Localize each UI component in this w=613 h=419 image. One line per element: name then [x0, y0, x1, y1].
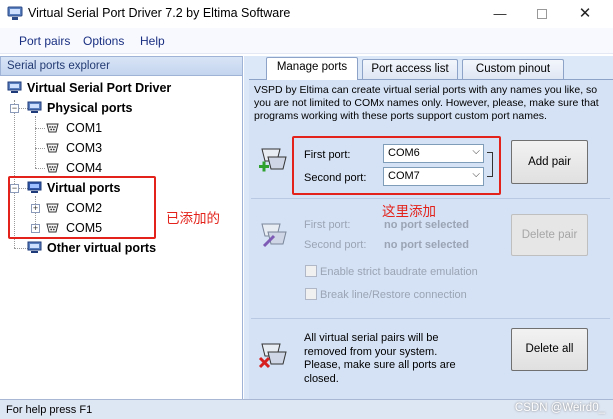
annotation-box-virtual-ports: [8, 176, 156, 239]
menu-help[interactable]: Help: [140, 34, 165, 48]
serial-port-icon: [46, 123, 59, 133]
annotation-box-add: [292, 136, 501, 195]
app-serial-port-icon: [7, 6, 23, 20]
tree-line: [35, 168, 45, 169]
delete-first-port-label: First port:: [304, 219, 351, 231]
add-pair-button[interactable]: Add pair: [511, 140, 588, 184]
serial-port-icon: [46, 163, 59, 173]
strict-baudrate-checkbox[interactable]: [305, 265, 317, 277]
computer-icon: [7, 81, 22, 93]
tab-port-access-list[interactable]: Port access list: [362, 59, 458, 79]
delete-first-port-value: no port selected: [384, 219, 469, 231]
delete-all-button[interactable]: Delete all: [511, 328, 588, 371]
break-line-label: Break line/Restore connection: [320, 289, 467, 301]
minimize-button[interactable]: —: [490, 4, 510, 24]
manage-description: VSPD by Eltima can create virtual serial…: [254, 84, 599, 122]
computer-icon: [27, 101, 42, 113]
delete-all-icon: [258, 343, 287, 369]
serial-port-icon: [46, 143, 59, 153]
tree-other-virtual-ports[interactable]: Other virtual ports: [47, 241, 156, 255]
strict-baudrate-label: Enable strict baudrate emulation: [320, 266, 478, 278]
tree-item-com1[interactable]: COM1: [66, 121, 102, 135]
section-divider: [251, 198, 610, 199]
serial-ports-explorer-header: Serial ports explorer: [0, 56, 243, 76]
annotation-add-here-text: 这里添加: [382, 204, 436, 219]
section-divider: [251, 318, 610, 319]
status-bar: For help press F1 CSDN @Weird0_: [0, 399, 613, 419]
tree-item-com3[interactable]: COM3: [66, 141, 102, 155]
delete-second-port-value: no port selected: [384, 239, 469, 251]
watermark-text: CSDN @Weird0_: [514, 402, 605, 414]
annotation-added-text: 已添加的: [166, 211, 220, 226]
menu-bar: Port pairs Options Help: [0, 28, 613, 54]
collapse-icon[interactable]: −: [10, 104, 19, 113]
tree-physical-ports[interactable]: Physical ports: [47, 101, 132, 115]
tree-line: [35, 148, 45, 149]
menu-port-pairs[interactable]: Port pairs: [19, 34, 70, 48]
computer-icon: [27, 241, 42, 253]
title-bar: Virtual Serial Port Driver 7.2 by Eltima…: [0, 0, 613, 28]
delete-second-port-label: Second port:: [304, 239, 367, 251]
tree-item-com4[interactable]: COM4: [66, 161, 102, 175]
window-title: Virtual Serial Port Driver 7.2 by Eltima…: [28, 6, 291, 20]
tree-line: [35, 116, 36, 168]
tree-line: [14, 248, 28, 249]
break-line-checkbox[interactable]: [305, 288, 317, 300]
add-pair-icon: [259, 148, 287, 172]
maximize-icon: [537, 9, 547, 19]
tab-manage-ports[interactable]: Manage ports: [266, 57, 358, 80]
tab-custom-pinout[interactable]: Custom pinout: [462, 59, 564, 79]
status-text: For help press F1: [6, 404, 93, 416]
delete-all-text: All virtual serial pairs will be removed…: [304, 332, 456, 385]
tree-root[interactable]: Virtual Serial Port Driver: [27, 81, 171, 95]
maximize-button[interactable]: [532, 4, 552, 24]
close-button[interactable]: ✕: [575, 4, 595, 24]
delete-pair-button[interactable]: Delete pair: [511, 214, 588, 256]
menu-options[interactable]: Options: [83, 34, 124, 48]
delete-pair-icon: [261, 223, 287, 248]
tree-line: [35, 128, 45, 129]
